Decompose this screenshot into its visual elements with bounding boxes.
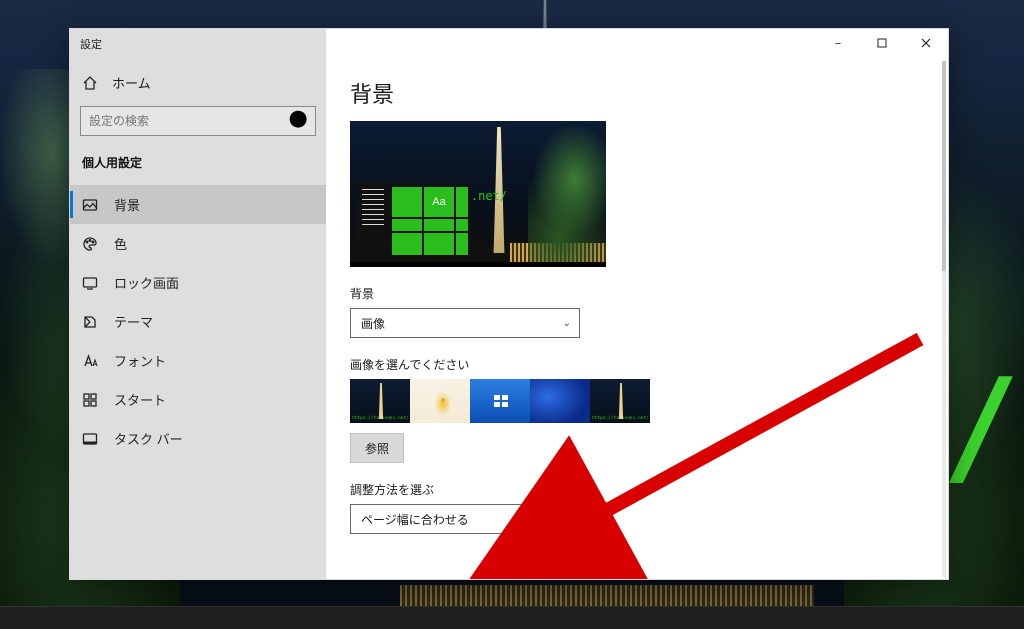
sidebar: ホーム 個人用設定 背景 色 ロック画面 <box>70 59 326 579</box>
minimize-icon: − <box>835 38 841 50</box>
desktop-preview: suki.net/ Aa <box>350 121 606 267</box>
close-button[interactable] <box>904 29 948 59</box>
search-icon <box>285 106 315 136</box>
titlebar[interactable]: 設定 − <box>70 29 948 59</box>
background-select-label: 背景 <box>350 285 924 302</box>
search-input[interactable] <box>81 114 285 128</box>
home-link[interactable]: ホーム <box>70 65 326 100</box>
sidebar-item-label: タスク バー <box>114 429 183 448</box>
theme-icon <box>82 314 98 330</box>
settings-window: 設定 − ホーム <box>69 28 949 580</box>
fit-select-value: ページ幅に合わせる <box>361 511 469 528</box>
background-type-select[interactable]: 画像 ⌄ <box>350 308 580 338</box>
chevron-down-icon: ⌄ <box>563 514 571 525</box>
fit-select[interactable]: ページ幅に合わせる ⌄ <box>350 504 580 534</box>
maximize-button[interactable] <box>860 29 904 59</box>
browse-button-label: 参照 <box>365 440 389 457</box>
browse-button[interactable]: 参照 <box>350 433 404 463</box>
sidebar-item-label: スタート <box>114 390 166 409</box>
maximize-icon <box>877 38 887 51</box>
search-box[interactable] <box>80 106 316 136</box>
thumb-2[interactable] <box>410 379 470 423</box>
sidebar-item-start[interactable]: スタート <box>70 380 326 419</box>
sidebar-section-title: 個人用設定 <box>70 144 326 185</box>
taskbar[interactable] <box>0 606 1024 629</box>
sidebar-item-colors[interactable]: 色 <box>70 224 326 263</box>
image-thumbnails: https://takosuki.net/ https://takosuki.n… <box>350 379 924 423</box>
choose-image-label: 画像を選んでください <box>350 356 924 373</box>
sidebar-item-label: テーマ <box>114 312 153 331</box>
thumb-1[interactable]: https://takosuki.net/ <box>350 379 410 423</box>
sidebar-item-label: 背景 <box>114 195 140 214</box>
taskbar-icon <box>82 431 98 447</box>
home-icon <box>82 75 98 91</box>
minimize-button[interactable]: − <box>816 29 860 59</box>
sidebar-item-label: フォント <box>114 351 166 370</box>
palette-icon <box>82 236 98 252</box>
thumb-5[interactable]: https://takosuki.net/ <box>590 379 650 423</box>
sidebar-item-lockscreen[interactable]: ロック画面 <box>70 263 326 302</box>
background-type-value: 画像 <box>361 315 385 332</box>
preview-sample-text: Aa <box>424 187 454 217</box>
lockscreen-icon <box>82 275 98 291</box>
window-title: 設定 <box>70 36 102 52</box>
sidebar-item-taskbar[interactable]: タスク バー <box>70 419 326 458</box>
start-icon <box>82 392 98 408</box>
sidebar-item-fonts[interactable]: フォント <box>70 341 326 380</box>
preview-startmenu: Aa <box>356 183 472 261</box>
close-icon <box>921 38 931 51</box>
sidebar-item-themes[interactable]: テーマ <box>70 302 326 341</box>
scrollbar-thumb[interactable] <box>942 61 946 271</box>
fit-select-label: 調整方法を選ぶ <box>350 481 924 498</box>
picture-icon <box>82 197 98 213</box>
chevron-down-icon: ⌄ <box>563 318 571 329</box>
page-title: 背景 <box>350 77 924 109</box>
sidebar-item-label: ロック画面 <box>114 273 179 292</box>
home-label: ホーム <box>112 73 151 92</box>
thumb-4[interactable] <box>530 379 590 423</box>
thumb-3[interactable] <box>470 379 530 423</box>
font-icon <box>82 353 98 369</box>
content-pane: 背景 suki.net/ Aa <box>326 59 948 579</box>
sidebar-item-background[interactable]: 背景 <box>70 185 326 224</box>
sidebar-item-label: 色 <box>114 234 127 253</box>
